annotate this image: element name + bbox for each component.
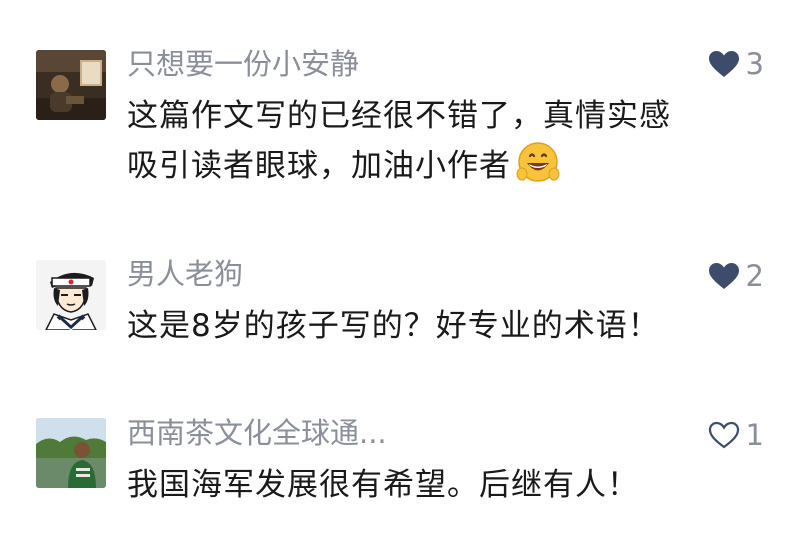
like-count: 3 (745, 47, 764, 81)
like-button[interactable]: 1 (708, 417, 764, 453)
avatar[interactable] (36, 260, 106, 330)
comment-text: 这篇作文写的已经很不错了，真情实感 吸引读者眼球，加油小作者 (127, 92, 767, 200)
comment-text: 这是8岁的孩子写的？好专业的术语！ (127, 302, 767, 350)
username[interactable]: 男人老狗 (127, 256, 243, 292)
heart-filled-icon (708, 263, 739, 289)
avatar-photo-dark-room (36, 50, 106, 120)
avatar[interactable] (36, 418, 106, 488)
username[interactable]: 西南茶文化全球通... (127, 415, 387, 451)
comment-text-line-with-emoji: 吸引读者眼球，加油小作者 (127, 140, 767, 200)
comment-text: 我国海军发展很有希望。后继有人！ (127, 461, 767, 509)
like-button[interactable]: 2 (708, 258, 764, 294)
heart-outline-icon (708, 421, 739, 449)
like-count: 2 (745, 259, 764, 293)
comment-text-line: 我国海军发展很有希望。后继有人！ (127, 467, 639, 503)
heart-filled-icon (708, 51, 739, 77)
like-button[interactable]: 3 (708, 46, 764, 82)
like-count: 1 (745, 418, 764, 452)
avatar-cartoon-sailor (36, 260, 106, 330)
avatar[interactable] (36, 50, 106, 120)
comment-text-line: 这篇作文写的已经很不错了，真情实感 (127, 98, 671, 134)
username[interactable]: 只想要一份小安静 (127, 46, 359, 82)
comment-text-line: 这是8岁的孩子写的？好专业的术语！ (127, 308, 660, 344)
grinning-face-emoji-icon (515, 140, 561, 200)
comment-text-line: 吸引读者眼球，加油小作者 (127, 148, 511, 184)
avatar-photo-man-outdoors (36, 418, 106, 488)
